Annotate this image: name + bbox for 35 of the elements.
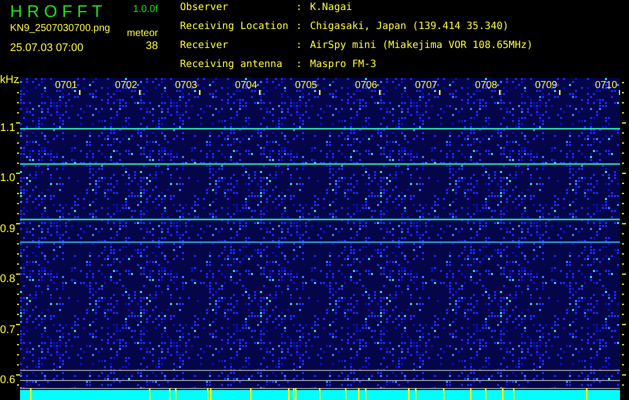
version-label: 1.0.0f	[132, 4, 158, 16]
time-label: 0710	[595, 80, 618, 92]
time-label: 0709	[535, 80, 558, 92]
app-title: H R O F F T	[10, 2, 104, 22]
axis-label: 0.9	[0, 222, 16, 235]
info-value: Maspro FM-3	[310, 59, 378, 72]
time-label: 0707	[415, 80, 438, 92]
info-separator: :	[296, 2, 304, 15]
axis-label: 1.1	[0, 122, 16, 134]
info-label: Receiver	[180, 40, 230, 53]
time-label: 0706	[355, 80, 378, 92]
info-value: K.Nagai	[310, 2, 354, 15]
info-label: Receiving antenna	[180, 59, 284, 72]
meteor-count: 38	[146, 40, 158, 52]
time-label: 0701	[55, 80, 78, 92]
axis-unit: kHz	[0, 74, 19, 86]
file-name: KN9_2507030700.png	[10, 23, 112, 35]
info-separator: :	[296, 59, 304, 72]
info-value: Chigasaki, Japan (139.414 35.340)	[310, 21, 510, 34]
axis-label: 0.6	[0, 374, 16, 386]
timestamp: 25.07.03 07:00	[10, 42, 84, 54]
time-label: 0703	[175, 80, 198, 92]
axis-label: 1.0	[0, 172, 16, 184]
time-label: 0705	[295, 80, 318, 92]
info-value: AirSpy mini (Miakejima VOR 108.65MHz)	[310, 40, 533, 53]
info-label: Receiving Location	[180, 21, 290, 34]
time-label: 0704	[235, 80, 258, 92]
axis-label: 0.7	[0, 324, 16, 336]
count-label: meteor	[126, 28, 158, 40]
time-label: 0708	[475, 80, 498, 92]
info-separator: :	[296, 40, 304, 53]
axis-label: 0.8	[0, 273, 16, 286]
info-label: Observer	[180, 2, 230, 15]
time-label: 0702	[115, 80, 138, 92]
info-separator: :	[296, 21, 304, 34]
